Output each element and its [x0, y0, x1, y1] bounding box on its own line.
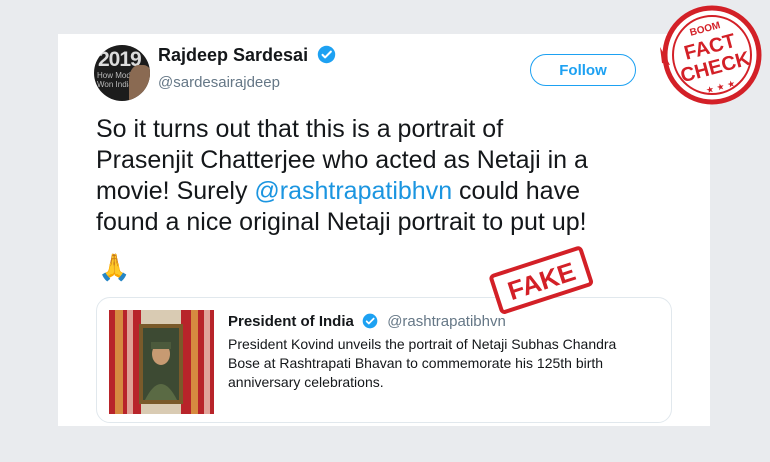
mention-link[interactable]: @rashtrapatibhvn — [254, 177, 452, 205]
tweet-card: 2019 How Modi Won India Rajdeep Sardesai… — [58, 34, 710, 426]
quoted-author-handle: @rashtrapatibhvn — [387, 313, 506, 330]
follow-button[interactable]: Follow — [530, 54, 636, 86]
author-name-text: Rajdeep Sardesai — [158, 45, 309, 65]
tweet-line-4: found a nice original Netaji portrait to… — [96, 208, 587, 236]
tweet-line-3: movie! Surely @rashtrapatibhvn could hav… — [96, 176, 686, 207]
avatar[interactable]: 2019 How Modi Won India — [94, 45, 150, 101]
author-handle[interactable]: @sardesairajdeep — [158, 74, 280, 91]
tweet-line-1: So it turns out that this is a portrait … — [96, 115, 504, 143]
avatar-face — [129, 65, 150, 101]
quoted-author-name: President of India — [228, 313, 354, 330]
tweet-text: So it turns out that this is a portrait … — [96, 114, 686, 238]
quoted-tweet-text: President Kovind unveils the portrait of… — [228, 336, 617, 390]
verified-badge-icon — [317, 45, 336, 69]
author-name[interactable]: Rajdeep Sardesai — [158, 45, 336, 69]
verified-badge-icon — [362, 313, 378, 333]
tweet-line-3-head: movie! Surely — [96, 177, 255, 205]
tweet-line-2: Prasenjit Chatterjee who acted as Netaji… — [96, 146, 588, 174]
quoted-author[interactable]: President of India @rashtrapatibhvn — [228, 313, 506, 333]
quoted-tweet[interactable]: President of India @rashtrapatibhvn Pres… — [96, 297, 672, 423]
quoted-tweet-image[interactable] — [109, 310, 214, 414]
fact-check-badge: BOOM FACT CHECK ★ ★ ★ — [654, 3, 768, 118]
folded-hands-emoji: 🙏 — [98, 252, 131, 282]
tweet-line-3-tail: could have — [452, 177, 580, 205]
